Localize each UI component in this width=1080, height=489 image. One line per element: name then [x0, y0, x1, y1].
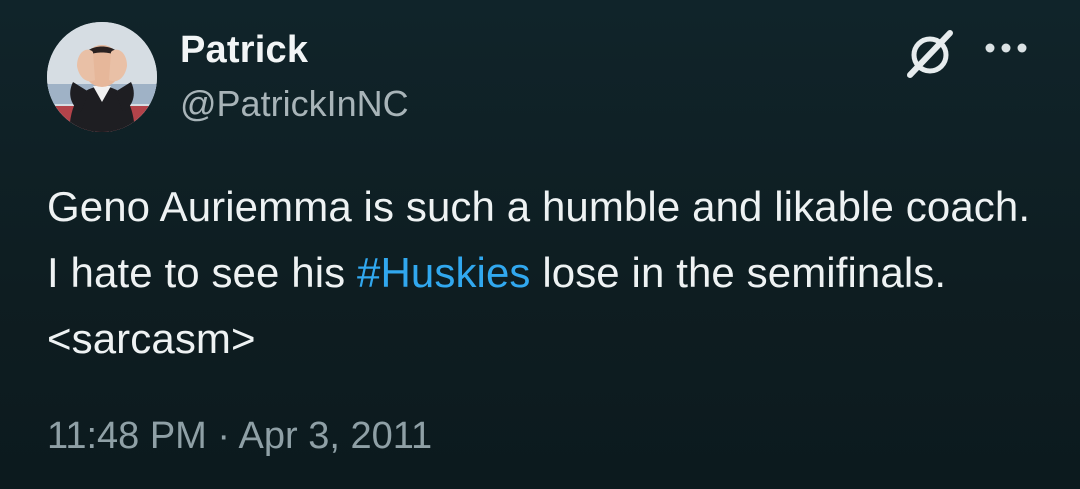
grok-icon[interactable] — [898, 28, 958, 80]
tweet-card: Patrick @PatrickInNC Geno Auriemma is su… — [0, 0, 1080, 489]
author-handle[interactable]: @PatrickInNC — [180, 84, 409, 124]
hashtag-link[interactable]: #Huskies — [357, 249, 531, 296]
more-options-icon[interactable] — [984, 38, 1028, 58]
tweet-text: Geno Auriemma is such a humble and likab… — [47, 174, 1037, 372]
author-block[interactable]: Patrick @PatrickInNC — [180, 28, 409, 124]
author-display-name[interactable]: Patrick — [180, 28, 409, 72]
tweet-date: Apr 3, 2011 — [238, 415, 433, 457]
meta-separator: · — [217, 415, 231, 457]
tweet-timestamp[interactable]: 11:48 PM · Apr 3, 2011 — [47, 414, 432, 458]
avatar-photo — [47, 22, 157, 132]
tweet-time: 11:48 PM — [47, 415, 207, 457]
avatar[interactable] — [47, 22, 157, 132]
